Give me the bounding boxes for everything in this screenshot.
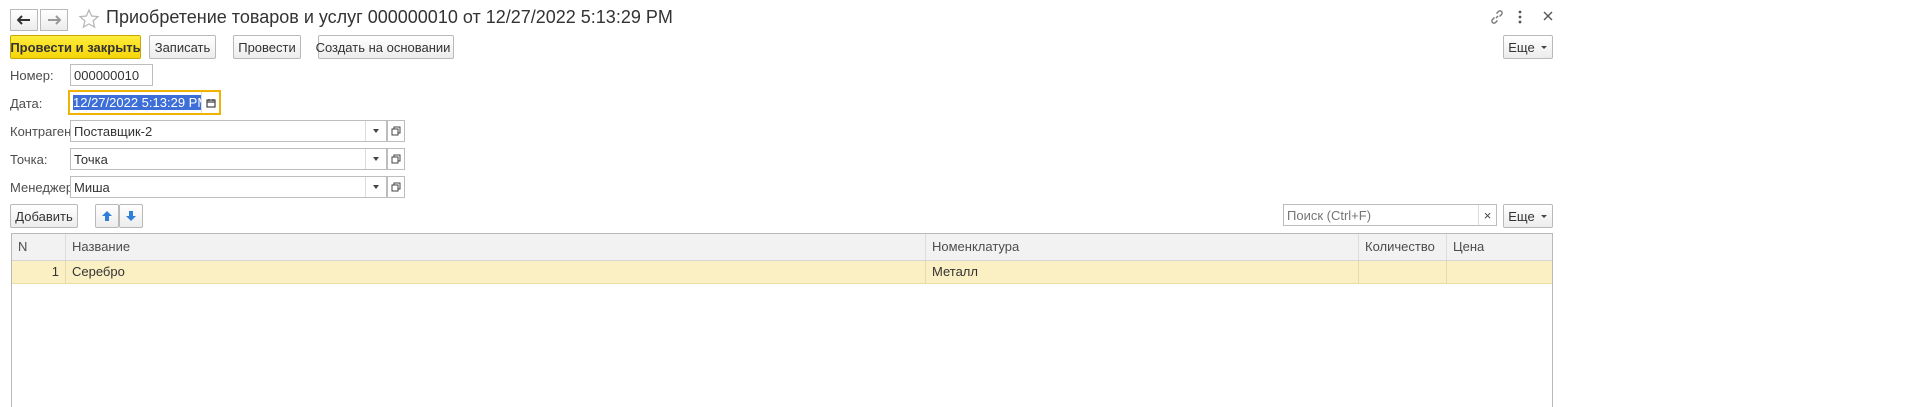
chevron-down-icon [1540, 45, 1547, 49]
chevron-down-icon [1540, 214, 1547, 218]
arrow-right-icon [48, 15, 61, 25]
point-field[interactable]: Точка [70, 148, 387, 170]
counterparty-dropdown[interactable] [365, 121, 386, 141]
cell-price[interactable] [1447, 261, 1552, 283]
save-button[interactable]: Записать [149, 35, 216, 59]
point-label: Точка: [10, 152, 48, 167]
cell-name[interactable]: Серебро [66, 261, 926, 283]
number-value: 000000010 [74, 67, 140, 83]
forward-button[interactable] [40, 9, 68, 31]
counterparty-open-button[interactable] [387, 120, 405, 142]
chevron-down-icon [373, 185, 379, 189]
date-value: 12/27/2022 5:13:29 PM [73, 95, 201, 110]
cell-quantity[interactable] [1359, 261, 1447, 283]
column-header-quantity[interactable]: Количество [1359, 234, 1447, 260]
open-form-icon [391, 182, 401, 192]
point-value: Точка [74, 151, 108, 167]
calendar-icon [205, 98, 216, 108]
column-header-price[interactable]: Цена [1447, 234, 1552, 260]
date-label: Дата: [10, 96, 43, 111]
table-row[interactable]: 1 Серебро Металл [12, 261, 1552, 284]
table-more-label: Еще [1508, 208, 1535, 224]
cell-n[interactable]: 1 [12, 261, 66, 283]
create-based-on-button[interactable]: Создать на основании [315, 35, 454, 59]
move-up-button[interactable] [95, 204, 119, 228]
add-row-button[interactable]: Добавить [10, 204, 78, 228]
link-icon[interactable] [1489, 9, 1507, 27]
favorite-star-icon[interactable] [78, 8, 100, 30]
column-header-name[interactable]: Название [66, 234, 926, 260]
back-button[interactable] [10, 9, 38, 31]
manager-dropdown[interactable] [365, 177, 386, 197]
more-label: Еще [1508, 39, 1535, 55]
search-clear-button[interactable]: × [1478, 205, 1496, 225]
chevron-down-icon [373, 129, 379, 133]
arrow-left-icon [17, 15, 30, 25]
more-vertical-icon[interactable] [1517, 9, 1527, 27]
counterparty-value: Поставщик-2 [74, 123, 153, 139]
point-dropdown[interactable] [365, 149, 386, 169]
number-field[interactable]: 000000010 [70, 64, 153, 86]
manager-open-button[interactable] [387, 176, 405, 198]
close-icon[interactable] [1541, 9, 1557, 25]
manager-value: Миша [74, 179, 110, 195]
manager-label: Менеджер: [10, 180, 77, 195]
cell-nomenclature[interactable]: Металл [926, 261, 1359, 283]
column-header-nomenclature[interactable]: Номенклатура [926, 234, 1359, 260]
column-header-n[interactable]: N [12, 234, 66, 260]
search-field[interactable]: × [1283, 204, 1497, 226]
goods-table[interactable]: N Название Номенклатура Количество Цена … [11, 233, 1553, 407]
move-down-button[interactable] [119, 204, 143, 228]
number-label: Номер: [10, 68, 54, 83]
arrow-down-icon [126, 211, 136, 221]
table-header: N Название Номенклатура Количество Цена [12, 234, 1552, 261]
post-button[interactable]: Провести [233, 35, 301, 59]
calendar-button[interactable] [201, 92, 219, 113]
manager-field[interactable]: Миша [70, 176, 387, 198]
chevron-down-icon [373, 157, 379, 161]
point-open-button[interactable] [387, 148, 405, 170]
search-input[interactable] [1284, 205, 1478, 225]
window-title: Приобретение товаров и услуг 000000010 о… [106, 7, 673, 27]
table-more-button[interactable]: Еще [1503, 204, 1553, 228]
more-button[interactable]: Еще [1503, 35, 1553, 59]
create-based-on-label: Создать на основании [315, 39, 451, 55]
open-form-icon [391, 126, 401, 136]
post-and-close-button[interactable]: Провести и закрыть [10, 35, 141, 59]
arrow-up-icon [102, 211, 112, 221]
counterparty-field[interactable]: Поставщик-2 [70, 120, 387, 142]
date-field[interactable]: 12/27/2022 5:13:29 PM [68, 90, 221, 115]
open-form-icon [391, 154, 401, 164]
